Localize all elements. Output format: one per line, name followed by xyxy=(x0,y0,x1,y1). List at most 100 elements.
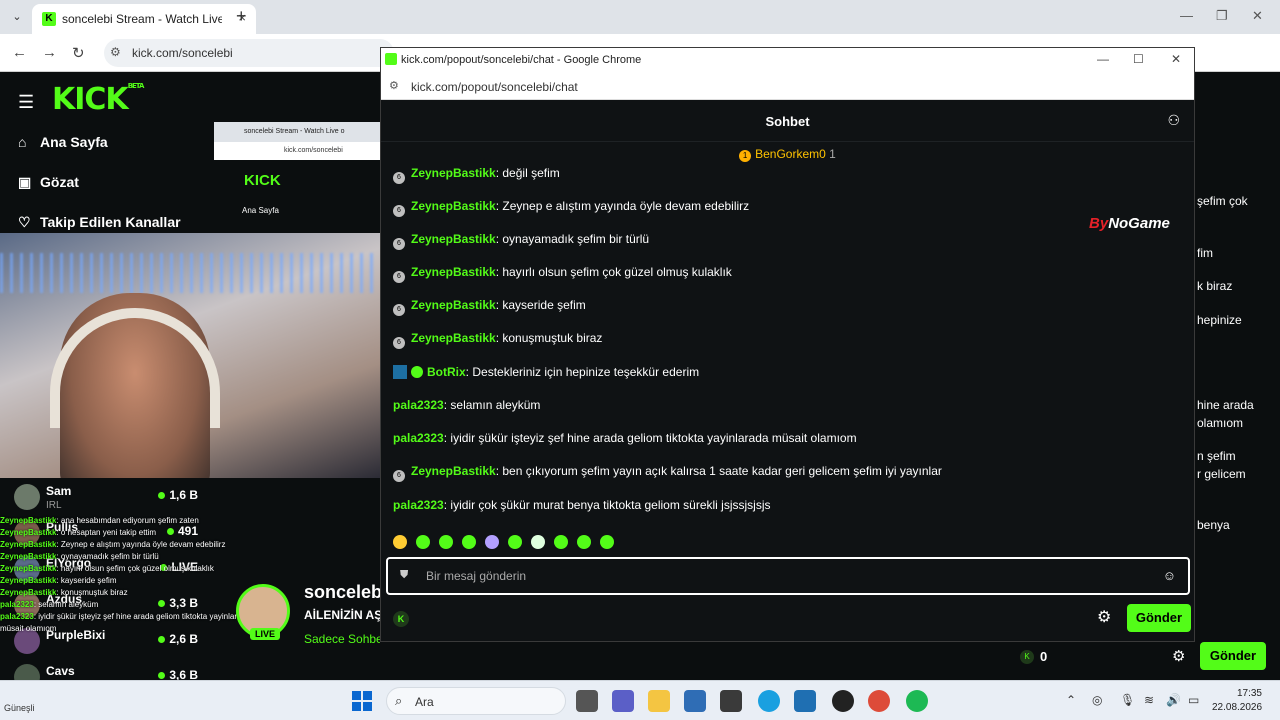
chat-message[interactable]: 6 ZeynepBastikk: kayseride şefim xyxy=(393,298,586,316)
kick-logo[interactable]: KICKBETA xyxy=(52,82,144,117)
microphone-icon[interactable]: 🎙 xyxy=(1120,693,1135,707)
send-button-main[interactable]: Gönder xyxy=(1200,642,1266,670)
chat-username[interactable]: pala2323 xyxy=(393,398,444,412)
channel-name: Sam xyxy=(46,484,72,498)
back-icon[interactable]: ← xyxy=(12,44,27,61)
minimize-icon[interactable]: — xyxy=(1180,8,1193,23)
chat-username[interactable]: ZeynepBastikk xyxy=(411,464,496,478)
emoji-picker-icon[interactable]: ☺ xyxy=(1163,568,1176,583)
forward-icon[interactable]: → xyxy=(42,44,57,61)
chat-username[interactable]: ZeynepBastikk xyxy=(411,232,496,246)
chat-input-placeholder: Bir mesaj gönderin xyxy=(426,569,527,583)
file-explorer-icon[interactable] xyxy=(648,690,670,712)
chat-message[interactable]: pala2323: selamın aleyküm xyxy=(393,398,540,412)
gift-leaderboard[interactable]: 1 BenGorkem0 1 xyxy=(381,142,1194,168)
chat-message[interactable]: pala2323: iyidir çok şükür murat benya t… xyxy=(393,498,771,512)
taskbar-search-text: Ara xyxy=(415,695,434,709)
battery-icon[interactable]: ▭ xyxy=(1188,693,1199,707)
kick-sidebar: ☰ KICKBETA ⌂ Ana Sayfa ▣ Gözat ♡ Takip Edil… xyxy=(0,72,214,232)
emote-icon[interactable] xyxy=(531,535,545,549)
chat-text: değil şefim xyxy=(499,166,560,180)
close-window-icon[interactable]: ✕ xyxy=(1171,52,1181,66)
nav-browse[interactable]: ▣ Gözat xyxy=(18,174,79,191)
edge-icon[interactable] xyxy=(758,690,780,712)
tray-app-icon[interactable]: ◎ xyxy=(1092,693,1102,707)
maximize-icon[interactable]: ☐ xyxy=(1133,52,1144,66)
chrome-icon[interactable] xyxy=(868,690,890,712)
chat-username[interactable]: pala2323 xyxy=(393,431,444,445)
peek-text: n şefim xyxy=(1197,449,1236,463)
peek-text: hine arada xyxy=(1197,398,1254,412)
hamburger-menu-icon[interactable]: ☰ xyxy=(18,92,34,113)
send-button[interactable]: Gönder xyxy=(1127,604,1191,632)
chat-message[interactable]: 6 ZeynepBastikk: Zeynep e alıştım yayında… xyxy=(393,199,749,217)
chat-settings-gear-icon[interactable]: ⚙ xyxy=(1097,607,1111,627)
chat-username[interactable]: ZeynepBastikk xyxy=(411,199,496,213)
points-count: 0 xyxy=(1040,649,1048,664)
minimize-icon[interactable]: — xyxy=(1097,52,1109,66)
chat-message[interactable]: 6 ZeynepBastikk: ben çıkıyorum şefim yayı… xyxy=(393,464,942,482)
spotify-icon[interactable] xyxy=(906,690,928,712)
chat-username[interactable]: ZeynepBastikk xyxy=(411,298,496,312)
site-info-icon[interactable]: ⚙ xyxy=(389,79,399,92)
chat-message[interactable]: 6 ZeynepBastikk: değil şefim xyxy=(393,166,560,184)
clock-time: 17:35 xyxy=(1236,688,1262,699)
tray-chevron-icon[interactable]: ⌃ xyxy=(1066,693,1076,707)
chat-username[interactable]: pala2323 xyxy=(393,498,444,512)
nav-following[interactable]: ♡ Takip Edilen Kanallar xyxy=(18,214,181,231)
obs-icon[interactable] xyxy=(832,690,854,712)
nav-home[interactable]: ⌂ Ana Sayfa xyxy=(18,134,108,150)
chat-message[interactable]: 6 ZeynepBastikk: konuşmuştuk biraz xyxy=(393,331,602,349)
emote-icon[interactable] xyxy=(393,535,407,549)
emote-icon[interactable] xyxy=(485,535,499,549)
chat-message[interactable]: 6 ZeynepBastikk: oynayamadık şefim bir tü… xyxy=(393,232,649,250)
kick-points-icon[interactable]: K xyxy=(393,611,409,627)
chat-username[interactable]: BotRix xyxy=(427,365,466,379)
settings-gear-icon[interactable]: ⚙ xyxy=(1172,647,1185,665)
site-info-icon[interactable]: ⚙ xyxy=(110,45,121,59)
emote-icon[interactable] xyxy=(462,535,476,549)
popup-address-bar[interactable]: ⚙ kick.com/popout/soncelebi/chat xyxy=(381,72,1194,100)
overlay-line: pala2323: iyidir şükür işteyiz şef hine … xyxy=(0,612,251,633)
tab-search-icon[interactable]: ⌄ xyxy=(8,8,26,26)
reload-icon[interactable]: ↻ xyxy=(72,44,85,62)
taskbar-search[interactable]: ⌕ Ara xyxy=(386,687,566,715)
chat-messages[interactable]: 6 ZeynepBastikk: değil şefim 6 ZeynepBasti… xyxy=(393,166,1183,546)
store-icon[interactable] xyxy=(684,690,706,712)
webcam-video[interactable] xyxy=(0,233,380,478)
app-icon[interactable] xyxy=(720,690,742,712)
clock[interactable]: 17:35 22.08.2026 xyxy=(1212,687,1262,715)
windows-start-icon[interactable] xyxy=(352,691,372,711)
streamer-name[interactable]: soncelebi xyxy=(304,582,387,603)
users-icon[interactable]: ⚇ xyxy=(1167,112,1180,129)
emote-icon[interactable] xyxy=(600,535,614,549)
close-window-icon[interactable]: ✕ xyxy=(1252,8,1263,24)
wifi-icon[interactable]: ≋ xyxy=(1144,693,1154,707)
emote-icon[interactable] xyxy=(439,535,453,549)
chat-message[interactable]: 6 ZeynepBastikk: hayırlı olsun şefim çok … xyxy=(393,265,732,283)
kick-points-icon[interactable]: K xyxy=(1020,650,1034,664)
chat-input[interactable]: ⛊ Bir mesaj gönderin ☺ xyxy=(386,557,1190,595)
chat-message[interactable]: pala2323: iyidir şükür işteyiz şef hine … xyxy=(393,431,857,445)
stream-category[interactable]: Sadece Sohbe xyxy=(304,632,383,646)
emote-icon[interactable] xyxy=(508,535,522,549)
weather-widget[interactable]: Güneşli xyxy=(4,703,35,713)
new-tab-icon[interactable]: + xyxy=(236,6,247,27)
chat-message[interactable]: BotRix: Destekleriniz için hepinize teşe… xyxy=(393,365,699,379)
task-view-icon[interactable] xyxy=(576,690,598,712)
editor-icon[interactable] xyxy=(794,690,816,712)
maximize-icon[interactable]: ❐ xyxy=(1216,8,1228,24)
emote-icon[interactable] xyxy=(416,535,430,549)
windows-taskbar: Güneşli ⌕ Ara ⌃ ◎ 🎙 ≋ 🔊 ▭ 17:35 22.08.20… xyxy=(0,680,1280,720)
chat-username[interactable]: ZeynepBastikk xyxy=(411,166,496,180)
volume-icon[interactable]: 🔊 xyxy=(1166,693,1181,707)
chat-username[interactable]: ZeynepBastikk xyxy=(411,265,496,279)
address-bar[interactable]: ⚙ kick.com/soncelebi xyxy=(104,39,394,67)
clock-date: 22.08.2026 xyxy=(1212,702,1263,713)
channel-item[interactable]: Sam IRL 1,6 B xyxy=(14,482,204,518)
emote-icon[interactable] xyxy=(554,535,568,549)
chat-username[interactable]: ZeynepBastikk xyxy=(411,331,496,345)
teams-icon[interactable] xyxy=(612,690,634,712)
emote-icon[interactable] xyxy=(577,535,591,549)
browser-tab[interactable]: K soncelebi Stream - Watch Live o × xyxy=(32,4,256,34)
